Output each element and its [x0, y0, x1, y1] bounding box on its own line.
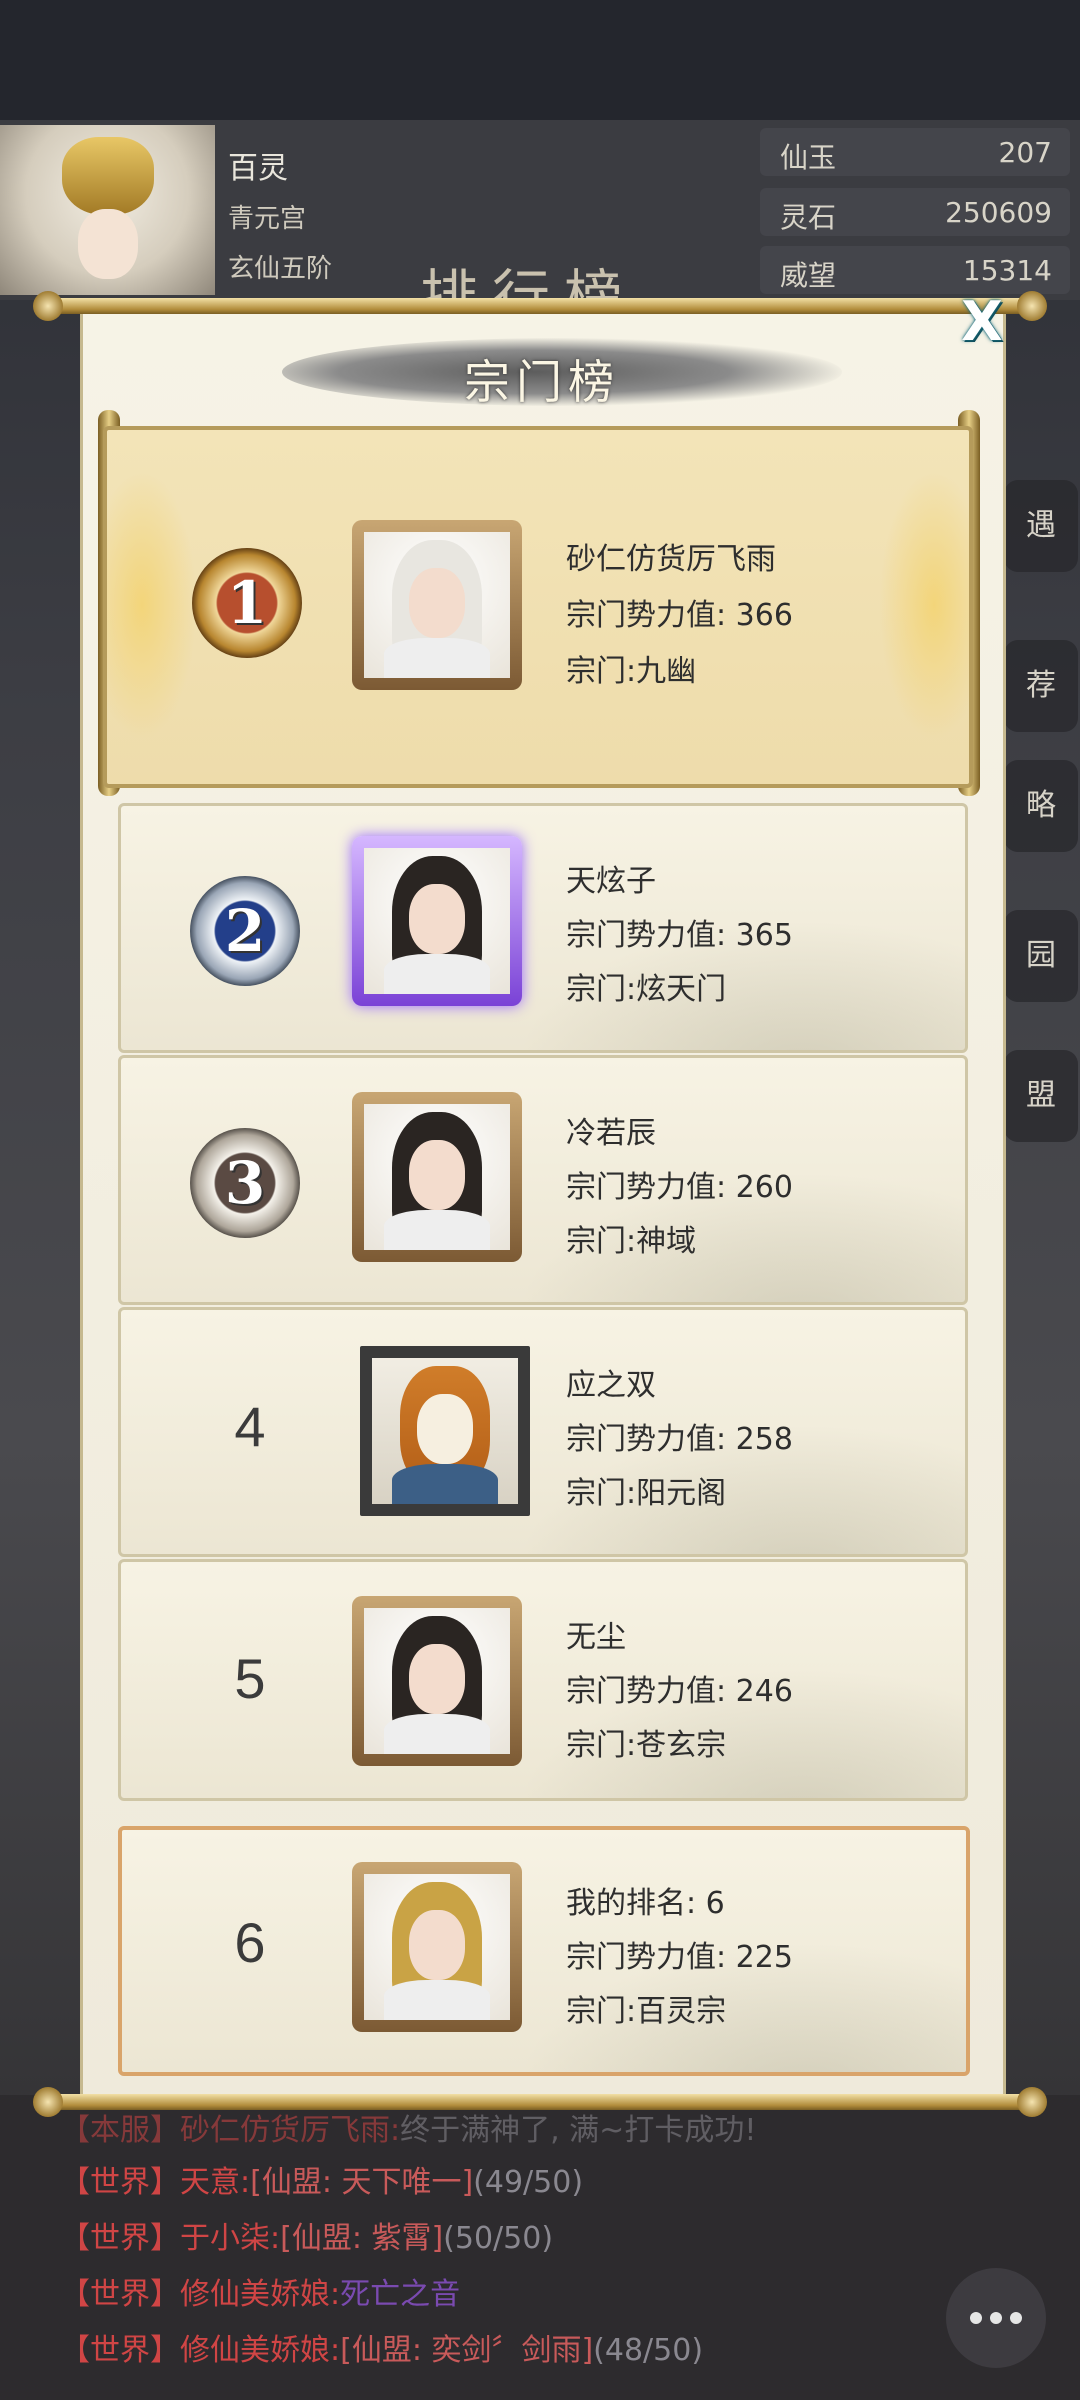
chat-message: 【世界】天意:[仙盟: 天下唯一](49/50)	[60, 2165, 584, 2200]
stat-label: 威望	[780, 259, 837, 292]
player-portrait[interactable]	[352, 1092, 522, 1262]
entry-sect: 宗门:神域	[566, 1224, 697, 1259]
chat-bubble-icon[interactable]	[946, 2268, 1046, 2368]
scroll-rod-bottom	[33, 2087, 1047, 2117]
entry-power: 宗门势力值: 258	[566, 1422, 793, 1457]
stat-value: 207	[998, 136, 1052, 169]
chat-panel[interactable]: 【本服】砂仁仿货厉飞雨:终于满神了, 满~打卡成功! 【世界】天意:[仙盟: 天…	[0, 2095, 1080, 2400]
avatar-face	[78, 209, 138, 279]
player-portrait[interactable]	[360, 1346, 530, 1516]
chat-message: 【世界】修仙美娇娘:[仙盟: 奕剑〞剑雨](48/50)	[60, 2333, 704, 2368]
top-bar	[0, 0, 1080, 120]
rank-number: 4	[234, 1395, 266, 1458]
side-menu-icon[interactable]: 盟	[1004, 1050, 1078, 1142]
entry-name: 砂仁仿货厉飞雨	[566, 542, 776, 577]
my-sect: 宗门:百灵宗	[566, 1994, 727, 2029]
entry-name: 应之双	[566, 1368, 656, 1403]
entry-power: 宗门势力值: 366	[566, 598, 793, 633]
chat-message: 【本服】砂仁仿货厉飞雨:终于满神了, 满~打卡成功!	[60, 2113, 757, 2148]
entry-power: 宗门势力值: 246	[566, 1674, 793, 1709]
entry-sect: 宗门:阳元阁	[566, 1476, 727, 1511]
side-menu-icon[interactable]: 荐	[1004, 640, 1078, 732]
player-portrait[interactable]	[352, 1596, 522, 1766]
my-portrait[interactable]	[352, 1862, 522, 2032]
player-portrait[interactable]	[352, 836, 522, 1006]
player-portrait[interactable]	[352, 520, 522, 690]
stat-label: 灵石	[780, 201, 837, 234]
stat-lingshi: 灵石 250609	[760, 188, 1070, 236]
player-avatar[interactable]	[0, 125, 215, 295]
chat-message: 【世界】于小柒:[仙盟: 紫霄](50/50)	[60, 2221, 554, 2256]
avatar-helmet	[62, 137, 154, 215]
scroll-rod-top	[33, 291, 1047, 321]
entry-power: 宗门势力值: 365	[566, 918, 793, 953]
gold-medal-icon: 1	[182, 538, 312, 668]
side-menu-icon[interactable]: 遇	[1004, 480, 1078, 572]
side-menu-icon[interactable]: 园	[1004, 910, 1078, 1002]
silver-medal-icon: 2	[180, 866, 310, 996]
stat-label: 仙玉	[780, 141, 837, 174]
stat-value: 15314	[962, 254, 1052, 287]
entry-name: 无尘	[566, 1620, 626, 1655]
player-sect: 青元宫	[228, 204, 307, 234]
player-name: 百灵	[228, 151, 288, 186]
my-rank-number: 6	[234, 1911, 266, 1974]
stat-value: 250609	[945, 196, 1052, 229]
entry-sect: 宗门:炫天门	[566, 972, 727, 1007]
entry-power: 宗门势力值: 260	[566, 1170, 793, 1205]
phoenix-decoration	[879, 470, 969, 740]
entry-sect: 宗门:九幽	[566, 654, 697, 689]
chat-message: 【世界】修仙美娇娘:死亡之音	[60, 2277, 461, 2312]
stat-weiwang: 威望 15314	[760, 246, 1070, 294]
stat-xianyu: 仙玉 207	[760, 128, 1070, 176]
rank-number: 5	[234, 1647, 266, 1710]
my-rank-label: 我的排名: 6	[566, 1886, 725, 1921]
entry-name: 冷若辰	[566, 1116, 656, 1151]
side-menu-icon[interactable]: 略	[1004, 760, 1078, 852]
entry-sect: 宗门:苍玄宗	[566, 1728, 727, 1763]
close-icon[interactable]: X	[952, 292, 1012, 352]
player-realm: 玄仙五阶	[228, 254, 333, 284]
my-power: 宗门势力值: 225	[566, 1940, 793, 1975]
modal-title: 宗门榜	[464, 355, 620, 409]
bronze-medal-icon: 3	[180, 1118, 310, 1248]
entry-name: 天炫子	[566, 864, 656, 899]
